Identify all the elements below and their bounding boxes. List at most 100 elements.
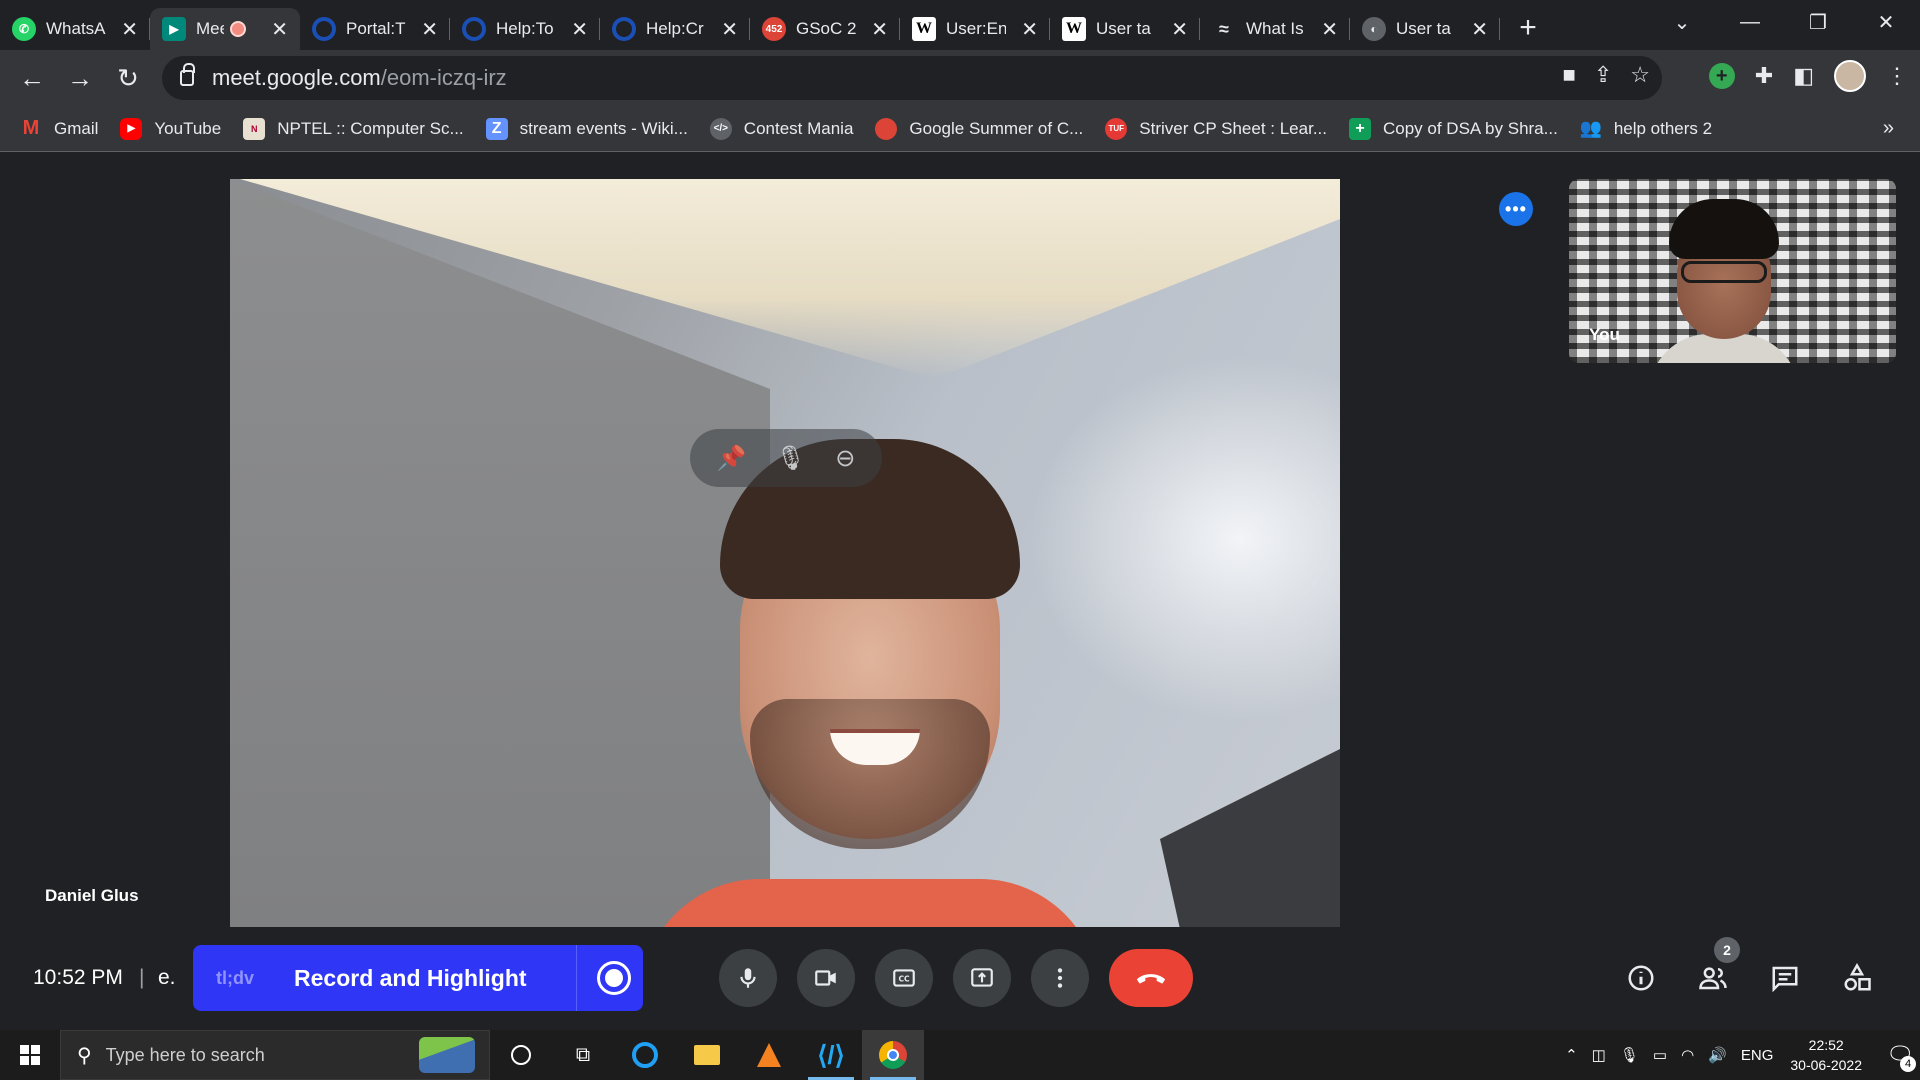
- tab-whatsapp[interactable]: ✆ WhatsApp ✕: [0, 8, 150, 50]
- close-icon[interactable]: ✕: [421, 17, 438, 42]
- svg-text:CC: CC: [898, 974, 910, 983]
- bookmark-contest-mania[interactable]: </> Contest Mania: [709, 117, 853, 140]
- task-view-icon[interactable]: ⧉: [552, 1030, 614, 1080]
- bookmark-label: YouTube: [154, 118, 222, 138]
- nptel-icon: N: [243, 117, 266, 140]
- bookmark-gmail[interactable]: M Gmail: [20, 117, 99, 140]
- tab-portal[interactable]: Portal:T ✕: [300, 8, 450, 50]
- puzzle-icon[interactable]: ✚: [1755, 63, 1773, 89]
- bookmark-striver[interactable]: TUF Striver CP Sheet : Lear...: [1105, 117, 1327, 140]
- close-icon[interactable]: ✕: [1321, 17, 1338, 42]
- chevron-up-icon[interactable]: ⌃: [1565, 1046, 1578, 1064]
- participant-name: Daniel Glus: [45, 886, 139, 905]
- battery-icon[interactable]: ▭: [1653, 1046, 1667, 1064]
- pin-icon[interactable]: 📌: [717, 444, 747, 473]
- star-icon[interactable]: ☆: [1630, 62, 1650, 88]
- new-tab-button[interactable]: +: [1508, 8, 1548, 48]
- vscode-icon[interactable]: ⟨/⟩: [800, 1030, 862, 1080]
- taskbar-search[interactable]: ⚲ Type here to search: [60, 1030, 490, 1080]
- bookmark-dsa-sheet[interactable]: + Copy of DSA by Shra...: [1349, 117, 1558, 140]
- chat-button[interactable]: [1761, 954, 1809, 1002]
- chevron-right-icon[interactable]: »: [1883, 117, 1894, 140]
- activities-button[interactable]: [1833, 954, 1881, 1002]
- bookmark-label: Striver CP Sheet : Lear...: [1139, 118, 1327, 138]
- address-bar[interactable]: meet.google.com/eom-iczq-irz ■ ⇪ ☆: [162, 56, 1662, 100]
- mic-icon[interactable]: 🎙: [776, 444, 806, 473]
- tab-user-en[interactable]: W User:En ✕: [900, 8, 1050, 50]
- remove-icon[interactable]: ⊖: [835, 444, 855, 473]
- camera-tray-icon[interactable]: ◫: [1592, 1046, 1606, 1064]
- record-icon[interactable]: [597, 961, 631, 995]
- windows-icon: [20, 1045, 40, 1065]
- self-video-tile[interactable]: You: [1569, 179, 1896, 363]
- tab-what-is[interactable]: ≈ What Is ✕: [1200, 8, 1350, 50]
- close-icon[interactable]: ✕: [571, 17, 588, 42]
- zapier-icon: ≈: [1219, 18, 1229, 39]
- bookmark-label: Google Summer of C...: [909, 118, 1084, 138]
- share-icon[interactable]: ⇪: [1594, 62, 1612, 88]
- tab-user-talk-2[interactable]: ◐ User ta ✕: [1350, 8, 1500, 50]
- volume-icon[interactable]: 🔊: [1708, 1046, 1727, 1064]
- close-icon[interactable]: ✕: [721, 17, 738, 42]
- tab-meet[interactable]: ▶ Meet ✕: [150, 8, 300, 50]
- bookmark-help-others[interactable]: 👥 help others 2: [1580, 118, 1713, 140]
- bookmark-stream-events[interactable]: Z stream events - Wiki...: [485, 117, 688, 140]
- close-window-icon[interactable]: ✕: [1852, 10, 1920, 35]
- captions-button[interactable]: CC: [875, 949, 933, 1007]
- camera-icon[interactable]: ■: [1563, 62, 1576, 88]
- clock[interactable]: 22:52 30-06-2022: [1790, 1035, 1862, 1075]
- kebab-menu-icon[interactable]: ⋮: [1886, 63, 1908, 89]
- tab-user-talk[interactable]: W User ta ✕: [1050, 8, 1200, 50]
- more-options-icon[interactable]: •••: [1499, 192, 1533, 226]
- avatar[interactable]: [1834, 60, 1866, 92]
- wifi-icon[interactable]: ◠: [1681, 1046, 1694, 1064]
- windows-taskbar: ⚲ Type here to search ⧉ ⟨/⟩ ⌃ ◫ 🎙 ▭ ◠ 🔊 …: [0, 1030, 1920, 1080]
- tab-help-to[interactable]: Help:To ✕: [450, 8, 600, 50]
- leave-call-button[interactable]: [1109, 949, 1193, 1007]
- bookmark-label: Gmail: [54, 118, 99, 138]
- microphone-icon: [740, 968, 756, 988]
- microphone-button[interactable]: [719, 949, 777, 1007]
- tab-gsoc[interactable]: 452 GSoC 2 ✕: [750, 8, 900, 50]
- people-icon: [1699, 967, 1727, 990]
- start-button[interactable]: [0, 1030, 60, 1080]
- restore-icon[interactable]: ❐: [1784, 10, 1852, 35]
- camera-button[interactable]: [797, 949, 855, 1007]
- close-icon[interactable]: ✕: [121, 17, 138, 42]
- minimize-icon[interactable]: —: [1716, 11, 1784, 34]
- more-options-button[interactable]: [1031, 949, 1089, 1007]
- close-icon[interactable]: ✕: [871, 17, 888, 42]
- cortana-icon[interactable]: [490, 1030, 552, 1080]
- edge-icon[interactable]: [614, 1030, 676, 1080]
- close-icon[interactable]: ✕: [1471, 17, 1488, 42]
- bookmark-gsoc[interactable]: Google Summer of C...: [875, 117, 1084, 140]
- record-highlight-button[interactable]: Record and Highlight: [294, 965, 527, 992]
- tab-search-icon[interactable]: ⌄: [1648, 10, 1716, 35]
- participant-video: [640, 439, 1100, 927]
- tab-help-cr[interactable]: Help:Cr ✕: [600, 8, 750, 50]
- close-icon[interactable]: ✕: [1171, 17, 1188, 42]
- hang-up-icon: [1136, 974, 1166, 984]
- bookmark-nptel[interactable]: N NPTEL :: Computer Sc...: [243, 117, 464, 140]
- chrome-icon[interactable]: [862, 1030, 924, 1080]
- present-button[interactable]: [953, 949, 1011, 1007]
- language-indicator[interactable]: ENG: [1741, 1047, 1774, 1064]
- meeting-details-button[interactable]: [1617, 954, 1665, 1002]
- tldv-logo: tl;dv: [216, 967, 254, 988]
- gmail-icon: M: [22, 117, 40, 139]
- forward-icon[interactable]: →: [56, 58, 104, 98]
- close-icon[interactable]: ✕: [271, 17, 288, 42]
- url-path: /eom-iczq-irz: [380, 65, 507, 90]
- bookmark-youtube[interactable]: ▶ YouTube: [120, 117, 222, 140]
- reload-icon[interactable]: ↻: [104, 58, 152, 98]
- file-explorer-icon[interactable]: [676, 1030, 738, 1080]
- back-icon[interactable]: ←: [8, 58, 56, 98]
- tab-title: User ta: [1096, 19, 1151, 38]
- extension-icon[interactable]: +: [1708, 63, 1735, 89]
- sidepanel-icon[interactable]: ◧: [1793, 63, 1814, 89]
- vlc-icon[interactable]: [738, 1030, 800, 1080]
- microphone-tray-icon[interactable]: 🎙: [1620, 1046, 1639, 1064]
- main-video-tile[interactable]: [230, 179, 1340, 927]
- close-icon[interactable]: ✕: [1021, 17, 1038, 42]
- notifications-button[interactable]: 🗨 4: [1880, 1030, 1920, 1080]
